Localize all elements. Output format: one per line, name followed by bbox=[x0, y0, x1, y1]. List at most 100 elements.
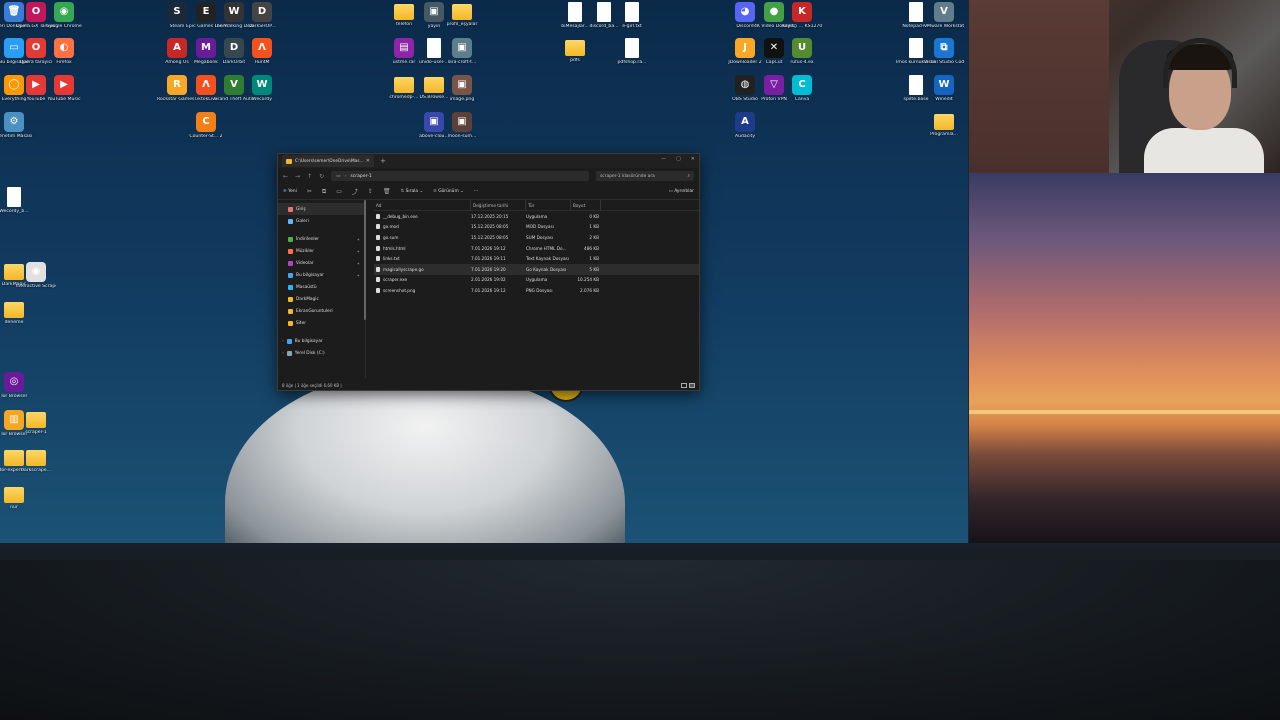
nav-item[interactable]: › Yerel Disk (C:) bbox=[278, 347, 365, 359]
up-arrow-icon[interactable]: ↑ bbox=[307, 173, 312, 180]
close-window-button[interactable]: ✕ bbox=[691, 156, 695, 162]
column-date[interactable]: Değiştirme tarihi bbox=[471, 200, 526, 211]
minimize-button[interactable]: — bbox=[661, 156, 666, 162]
desktop-icon[interactable]: darkscrape... bbox=[16, 448, 56, 474]
nav-item[interactable]: Galeri bbox=[278, 215, 365, 227]
app-icon: R bbox=[167, 75, 187, 95]
desktop-icon-label: nur bbox=[10, 505, 18, 510]
back-arrow-icon[interactable]: ← bbox=[283, 173, 288, 180]
file-row[interactable]: htmls.html 7.01.2026 19:12 Chrome HTML Do.… bbox=[374, 243, 699, 254]
refresh-icon[interactable]: ↻ bbox=[319, 173, 324, 180]
column-size[interactable]: Boyut bbox=[571, 200, 601, 211]
file-row[interactable]: screenshot.png 7.01.2026 19:12 PNG Dosyası… bbox=[374, 285, 699, 296]
chevron-right-icon[interactable]: › bbox=[282, 351, 284, 356]
paste-icon[interactable]: ▭ bbox=[336, 188, 342, 195]
desktop-icon[interactable]: ▣ moon-sum... bbox=[442, 112, 482, 140]
nav-item[interactable]: Müzikler ✦ bbox=[278, 245, 365, 257]
nav-item[interactable]: Siter bbox=[278, 317, 365, 329]
sort-button[interactable]: ⇅ Sırala ⌄ bbox=[401, 189, 424, 194]
view-button[interactable]: ≡ Görünüm ⌄ bbox=[433, 189, 464, 194]
desktop-icon[interactable]: C Canva bbox=[782, 75, 822, 103]
desktop-icon[interactable]: ⚙ Denetim Masası bbox=[0, 112, 34, 140]
breadcrumb-current[interactable]: scraper-1 bbox=[350, 174, 372, 179]
close-tab-icon[interactable]: ✕ bbox=[366, 158, 370, 164]
file-row[interactable]: go.mod 15.12.2025 08:05 MOD Dosyası 1 KB bbox=[374, 222, 699, 233]
file-row[interactable]: magicallyscrape.go 7.01.2026 19:20 Go Kayn… bbox=[374, 263, 699, 275]
desktop-icon[interactable]: ▶ YouTube Music bbox=[44, 75, 84, 103]
desktop-icon[interactable]: ◉ Interactive Scraper.pdf bbox=[16, 262, 56, 290]
desktop-icon[interactable]: deneme bbox=[0, 300, 34, 326]
desktop-icon[interactable]: ◐ Firefox bbox=[44, 38, 84, 66]
app-icon: D bbox=[224, 38, 244, 58]
cut-icon[interactable]: ✂ bbox=[307, 188, 312, 195]
nav-item[interactable]: Giriş bbox=[278, 203, 365, 215]
nav-item[interactable]: İndirilenler ✦ bbox=[278, 233, 365, 245]
path-field[interactable]: ▭ › scraper-1 bbox=[331, 171, 589, 181]
nav-item[interactable]: › Bu bilgisayar bbox=[278, 335, 365, 347]
delete-icon[interactable]: 🗑 bbox=[383, 188, 391, 195]
desktop-icon[interactable]: K Kayıtçı ... KS1270... bbox=[782, 2, 822, 30]
nav-item[interactable]: Videolar ✦ bbox=[278, 257, 365, 269]
desktop-icon[interactable]: A Audacity bbox=[725, 112, 765, 140]
explorer-tab[interactable]: C:\Users\semer\OneDrive\Mas... ✕ bbox=[282, 155, 374, 167]
search-icon[interactable]: ⌕ bbox=[688, 173, 690, 179]
desktop-icon[interactable]: Λ HuntM bbox=[242, 38, 282, 66]
desktop-icon[interactable]: Programla... bbox=[924, 112, 964, 138]
new-tab-button[interactable]: + bbox=[380, 157, 386, 165]
desktop-icon[interactable]: nur bbox=[0, 485, 34, 511]
nav-item[interactable]: Masaüstü bbox=[278, 281, 365, 293]
desktop-icon-label: Visual Studio Code bbox=[924, 60, 964, 65]
search-field[interactable]: scraper-1 klasöründe ara ⌕ bbox=[596, 171, 694, 181]
details-view-icon[interactable] bbox=[681, 382, 687, 388]
copy-icon[interactable]: ⧉ bbox=[322, 188, 326, 196]
forward-arrow-icon[interactable]: → bbox=[295, 173, 300, 180]
app-icon: ◉ bbox=[54, 2, 74, 22]
file-date: 7.01.2026 19:12 bbox=[471, 245, 506, 251]
details-pane-button[interactable]: ▭ Ayrıntılar bbox=[669, 189, 694, 194]
file-row[interactable]: scraper.exe 2.01.2026 19:02 Uygulama 10.254… bbox=[374, 275, 699, 286]
file-row[interactable]: links.txt 7.01.2026 19:11 Text Kaynak Dosy… bbox=[374, 253, 699, 264]
desktop-icon[interactable]: e-girl.txt bbox=[612, 2, 652, 30]
file-size: 10.254 KB bbox=[577, 277, 599, 283]
desktop-icon[interactable]: profil_eşyalar bbox=[442, 2, 482, 28]
tiles-view-icon[interactable] bbox=[689, 382, 695, 388]
nav-item[interactable]: Bu bilgisayar ✦ bbox=[278, 269, 365, 281]
desktop-icon[interactable]: D DarkSHOP... bbox=[242, 2, 282, 30]
desktop-icon-label: Tor Browser bbox=[0, 394, 28, 399]
column-name[interactable]: Ad bbox=[374, 200, 471, 211]
file-row[interactable]: __debug_bin.exe 17.12.2025 20:15 Uygulama 0… bbox=[374, 211, 699, 222]
maximize-button[interactable]: ▢ bbox=[676, 156, 681, 162]
desktop-icon[interactable]: ⧉ Visual Studio Code bbox=[924, 38, 964, 66]
file-explorer-window[interactable]: C:\Users\semer\OneDrive\Mas... ✕ + — ▢ ✕… bbox=[277, 153, 700, 391]
desktop-icon-label: Wecordy_b... bbox=[0, 209, 29, 214]
file-name-cell: go.sum bbox=[374, 234, 471, 240]
app-icon: C bbox=[196, 112, 216, 132]
nav-item[interactable]: DarkMagic bbox=[278, 293, 365, 305]
desktop-icon[interactable]: ▣ image.png bbox=[442, 75, 482, 103]
rename-icon[interactable]: ⤴ bbox=[352, 187, 358, 196]
desktop-icon[interactable]: V VMware Workstati... bbox=[924, 2, 964, 30]
share-icon[interactable]: ⇪ bbox=[368, 188, 373, 195]
desktop-icon[interactable]: W Wecordy bbox=[242, 75, 282, 103]
desktop-icon[interactable]: ▣ lara-croft-t... bbox=[442, 38, 482, 66]
nav-item[interactable]: EkranGoruntuleri bbox=[278, 305, 365, 317]
desktop-icon-label: pdfshop.ra... bbox=[617, 60, 647, 65]
desktop-icon[interactable]: Urufus-4.ex bbox=[782, 38, 822, 66]
desktop-icon[interactable]: pdfshop.ra... bbox=[612, 38, 652, 66]
nav-scrollbar[interactable] bbox=[364, 200, 366, 320]
desktop-icon[interactable]: ◉ Google Chrome bbox=[44, 2, 84, 30]
new-button[interactable]: ⊕ Yeni bbox=[283, 189, 297, 194]
document-icon bbox=[625, 2, 639, 22]
folder-icon bbox=[565, 40, 585, 56]
file-row[interactable]: go.sum 15.12.2025 08:05 SUM Dosyası 2 KB bbox=[374, 232, 699, 243]
column-type[interactable]: Tür bbox=[526, 200, 571, 211]
desktop-icon[interactable]: Wecordy_b... bbox=[0, 187, 34, 215]
desktop-icon[interactable]: pdfs bbox=[555, 38, 595, 64]
chevron-right-icon[interactable]: › bbox=[282, 339, 284, 344]
search-placeholder: scraper-1 klasöründe ara bbox=[600, 173, 655, 179]
desktop-icon[interactable]: scraper-1 bbox=[16, 410, 56, 436]
more-options-button[interactable]: ··· bbox=[474, 189, 478, 194]
desktop-icon[interactable]: C Counter-St... 2 bbox=[186, 112, 226, 140]
desktop-icon[interactable]: W Winedit bbox=[924, 75, 964, 103]
desktop-icon[interactable]: ◎ Tor Browser bbox=[0, 372, 34, 400]
